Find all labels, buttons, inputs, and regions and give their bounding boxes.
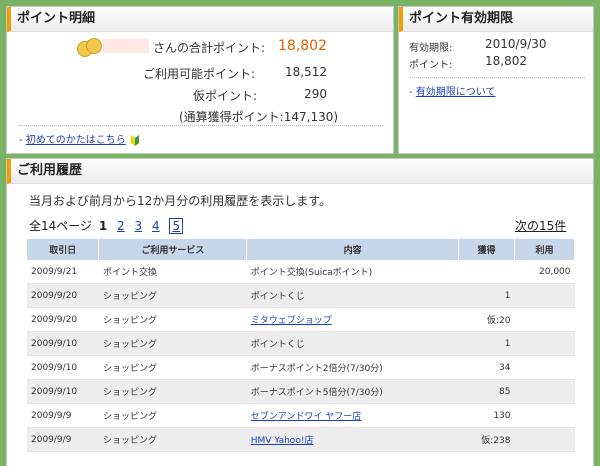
cell-earned: 1 — [458, 283, 515, 308]
beginner-mark-icon — [130, 134, 139, 146]
divider — [409, 77, 585, 78]
expiry-date-label: 有効期限: — [409, 43, 453, 54]
cell-used — [514, 379, 575, 404]
cell-earned: 130 — [458, 403, 515, 428]
usage-history-panel: ご利用履歴 当月および前月から12か月分の利用履歴を表示します。 全14ページ … — [6, 158, 594, 466]
cell-service: ショッピング — [98, 307, 247, 332]
table-row: 2009/9/21 ポイント交換 ポイント交換(Suicaポイント) 20,000 — [27, 260, 575, 284]
cell-earned: 仮:238 — [458, 427, 515, 452]
page-4[interactable]: 4 — [152, 219, 160, 233]
table-header: 取引日 ご利用サービス 内容 獲得 利用 — [27, 239, 575, 260]
next-page-link[interactable]: 次の15件 — [515, 217, 566, 234]
shop-link[interactable]: セブンアンドワイ ヤフー店 — [251, 412, 362, 422]
cell-date: 2009/9/10 — [27, 379, 99, 404]
usable-points: 18,512 — [285, 65, 327, 79]
expiry-date: 2010/9/30 — [485, 37, 547, 51]
divider — [19, 125, 383, 126]
cell-earned: 85 — [458, 379, 515, 404]
cell-service: ポイント交換 — [98, 260, 247, 284]
cell-date: 2009/9/21 — [27, 260, 99, 284]
cell-used — [514, 427, 575, 452]
table-row: 2009/9/9 ショッピング セブンアンドワイ ヤフー店 130 — [27, 403, 575, 428]
total-label: さんの合計ポイント: — [153, 41, 266, 55]
accumulated-points: (通算獲得ポイント:147,130) — [179, 110, 339, 124]
first-time-row: - 初めてのかたはこちら — [19, 131, 139, 146]
cell-used — [514, 403, 575, 428]
cell-date: 2009/9/20 — [27, 307, 99, 332]
cell-service: ショッピング — [98, 283, 247, 308]
cell-service: ショッピング — [98, 331, 247, 356]
expiry-points: 18,802 — [485, 54, 527, 68]
column-header: 獲得 — [458, 239, 515, 260]
cell-date: 2009/9/9 — [27, 403, 99, 428]
cell-content: ボーナスポイント2倍分(7/30分) — [246, 355, 459, 380]
about-expiry-row: - 有効期限について — [409, 87, 496, 98]
cell-service: ショッピング — [98, 355, 247, 380]
column-header: 利用 — [514, 239, 575, 260]
expiry-points-label: ポイント: — [409, 60, 453, 71]
cell-earned: 1 — [458, 331, 515, 356]
about-expiry-link[interactable]: 有効期限について — [416, 87, 496, 98]
cell-date: 2009/9/9 — [27, 427, 99, 452]
cell-service: ショッピング — [98, 427, 247, 452]
shop-link[interactable]: HMV Yahoo!店 — [251, 436, 314, 446]
page-1: 1 — [98, 219, 108, 233]
shop-link[interactable]: ミタウェブショップ — [251, 316, 332, 326]
page-2[interactable]: 2 — [117, 219, 125, 233]
cell-date: 2009/9/10 — [27, 355, 99, 380]
pagination: 全14ページ 1 2 3 4 5 — [29, 217, 186, 234]
cell-used — [514, 283, 575, 308]
cell-content: HMV Yahoo!店 — [246, 427, 459, 452]
table-row: 2009/9/20 ショッピング ミタウェブショップ 仮:20 — [27, 307, 575, 332]
cell-service: ショッピング — [98, 379, 247, 404]
cell-content: ポイントくじ — [246, 331, 459, 356]
cell-content: セブンアンドワイ ヤフー店 — [246, 403, 459, 428]
cell-used — [514, 355, 575, 380]
history-description: 当月および前月から12か月分の利用履歴を表示します。 — [29, 194, 332, 208]
cell-used: 20,000 — [514, 260, 575, 284]
total-pages: 全14ページ — [29, 219, 93, 233]
column-header: 取引日 — [27, 239, 100, 260]
table-row: 2009/9/10 ショッピング ポイントくじ 1 — [27, 331, 575, 356]
column-header: ご利用サービス — [98, 239, 248, 260]
cell-date: 2009/9/20 — [27, 283, 99, 308]
avatar-icon — [77, 38, 102, 58]
column-header: 内容 — [246, 239, 460, 260]
provisional-label: 仮ポイント: — [193, 89, 258, 103]
usable-label: ご利用可能ポイント: — [143, 67, 256, 81]
table-row: 2009/9/20 ショッピング ポイントくじ 1 — [27, 283, 575, 308]
page-5[interactable]: 5 — [169, 218, 184, 234]
table-row: 2009/9/10 ショッピング ボーナスポイント5倍分(7/30分) 85 — [27, 379, 575, 404]
first-time-link[interactable]: 初めてのかたはこちら — [26, 135, 126, 146]
cell-content: ポイントくじ — [246, 283, 459, 308]
cell-content: ポイント交換(Suicaポイント) — [246, 260, 459, 284]
cell-service: ショッピング — [98, 403, 247, 428]
table-row: 2009/9/10 ショッピング ボーナスポイント2倍分(7/30分) 34 — [27, 355, 575, 380]
cell-date: 2009/9/10 — [27, 331, 99, 356]
total-points: 18,802 — [278, 38, 327, 54]
cell-earned: 仮:20 — [458, 307, 515, 332]
cell-earned — [458, 260, 515, 284]
cell-content: ミタウェブショップ — [246, 307, 459, 332]
page-3[interactable]: 3 — [135, 219, 143, 233]
masked-username — [103, 39, 149, 53]
table-row: 2009/9/9 ショッピング HMV Yahoo!店 仮:238 — [27, 427, 575, 452]
cell-used — [514, 331, 575, 356]
provisional-points: 290 — [304, 87, 327, 101]
cell-earned: 34 — [458, 355, 515, 380]
point-detail-title: ポイント明細 — [7, 7, 393, 32]
usage-history-title: ご利用履歴 — [7, 159, 593, 184]
cell-used — [514, 307, 575, 332]
cell-content: ボーナスポイント5倍分(7/30分) — [246, 379, 459, 404]
history-table: 取引日 ご利用サービス 内容 獲得 利用 2009/9/21 ポイント交換 ポイント… — [27, 239, 575, 452]
point-expiry-panel: ポイント有効期限 有効期限: 2010/9/30 ポイント: 18,802 - … — [398, 6, 594, 154]
point-expiry-title: ポイント有効期限 — [399, 7, 593, 32]
point-detail-panel: ポイント明細 さんの合計ポイント: 18,802 ご利用可能ポイント: 18,5… — [6, 6, 394, 154]
